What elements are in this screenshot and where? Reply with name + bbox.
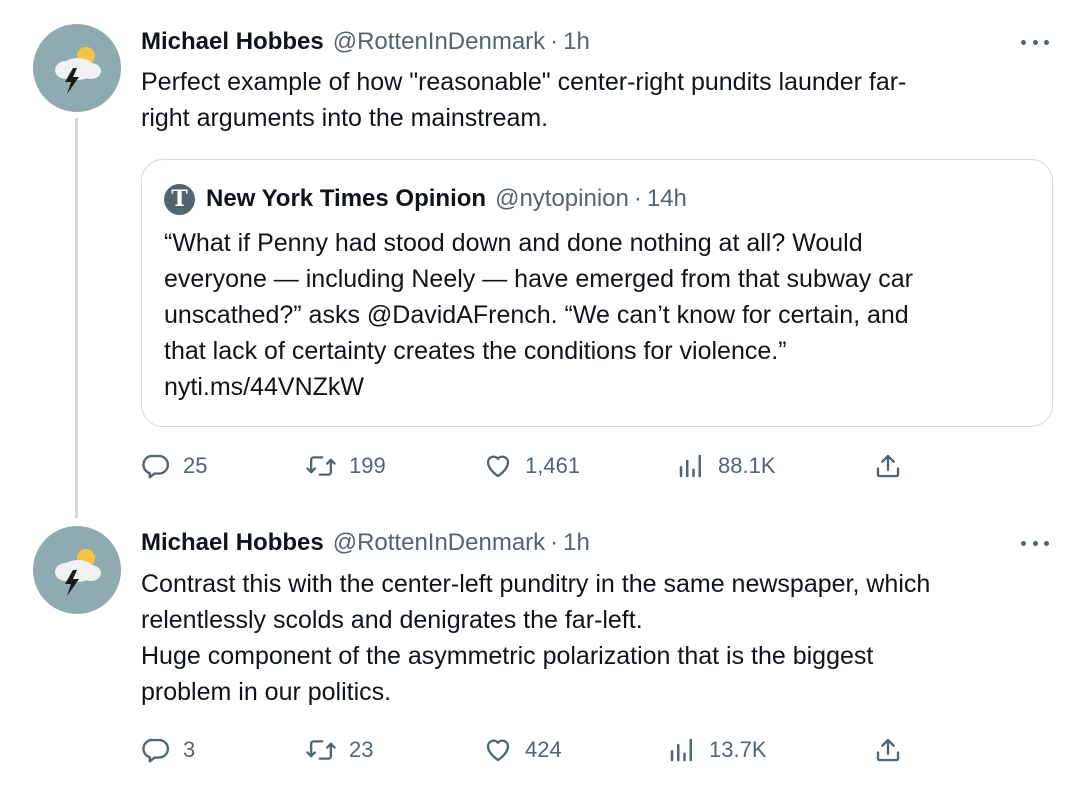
more-dot-icon (1032, 540, 1038, 546)
more-options-button[interactable] (1017, 533, 1053, 553)
tweet-text: Perfect example of how "reasonable" cent… (141, 64, 1041, 136)
author-name[interactable]: Michael Hobbes (141, 28, 324, 56)
quoted-tweet-card[interactable]: T New York Times Opinion @nytopinion · 1… (141, 159, 1053, 427)
retweet-button[interactable]: 23 (305, 732, 373, 768)
tweet-text-line: problem in our politics. (141, 678, 392, 706)
more-dot-icon (1021, 540, 1026, 546)
more-dot-icon (1021, 39, 1026, 45)
more-dot-icon (1044, 39, 1049, 45)
separator-dot: · (550, 529, 559, 556)
tweet-text: Contrast this with the center-left pundi… (141, 566, 1041, 710)
more-dot-icon (1032, 39, 1038, 45)
quoted-text-line: everyone — including Neely — have emerge… (164, 265, 913, 293)
quoted-link[interactable]: nyti.ms/44VNZkW (164, 369, 1034, 405)
tweet-text-line: right arguments into the mainstream. (141, 104, 549, 132)
quoted-tweet-text: “What if Penny had stood down and done n… (164, 225, 1034, 405)
like-button[interactable]: 424 (483, 732, 562, 768)
nyt-logo-icon: T (164, 183, 195, 215)
quoted-author-name: New York Times Opinion (206, 185, 487, 212)
author-name[interactable]: Michael Hobbes (141, 529, 324, 557)
heart-icon (486, 739, 510, 762)
avatar[interactable] (33, 24, 121, 112)
like-count: 424 (525, 737, 562, 762)
storm-cloud-avatar-icon (55, 47, 101, 94)
quoted-text-line: unscathed?” asks @DavidAFrench. “We can’… (164, 301, 909, 329)
retweet-button[interactable]: 199 (305, 448, 386, 484)
reply-button[interactable]: 25 (141, 448, 207, 484)
author-handle[interactable]: @RottenInDenmark (333, 529, 545, 557)
tweet-1[interactable]: Michael Hobbes @RottenInDenmark · 1h Per… (0, 0, 1084, 520)
avatar[interactable] (33, 526, 121, 614)
tweet-header: Michael Hobbes @RottenInDenmark · 1h (141, 25, 590, 59)
retweet-count: 199 (349, 453, 386, 478)
like-count: 1,461 (525, 453, 581, 478)
heart-icon (486, 455, 510, 478)
tweet-actions: 25 199 1,461 88.1K (0, 448, 1084, 484)
reply-button[interactable]: 3 (141, 732, 195, 768)
retweet-icon (306, 740, 336, 760)
timestamp[interactable]: 1h (563, 28, 590, 56)
author-handle[interactable]: @RottenInDenmark (333, 28, 545, 56)
tweet-text-line: Huge component of the asymmetric polariz… (141, 642, 874, 670)
tweet-2[interactable]: Michael Hobbes @RottenInDenmark · 1h Con… (0, 520, 1084, 794)
tweet-text-line: Contrast this with the center-left pundi… (141, 570, 931, 598)
reply-count: 25 (183, 453, 208, 478)
share-button[interactable] (873, 448, 903, 484)
views-button[interactable]: 13.7K (667, 732, 767, 768)
retweet-icon (306, 456, 336, 476)
separator-dot: · (633, 185, 642, 212)
tweet-text-line: Perfect example of how "reasonable" cent… (141, 68, 907, 96)
reply-count: 3 (183, 737, 196, 762)
storm-cloud-avatar-icon (55, 549, 101, 596)
views-count: 13.7K (709, 737, 767, 762)
quoted-timestamp: 14h (646, 185, 687, 212)
share-button[interactable] (873, 732, 903, 768)
tweet-text-line: relentlessly scolds and denigrates the f… (141, 606, 643, 634)
separator-dot: · (550, 28, 559, 55)
views-icon (679, 454, 701, 478)
share-icon (876, 738, 900, 762)
timestamp[interactable]: 1h (563, 529, 590, 557)
tweet-header: Michael Hobbes @RottenInDenmark · 1h (141, 526, 590, 560)
quoted-tweet-header: T New York Times Opinion @nytopinion · 1… (164, 182, 687, 216)
views-button[interactable]: 88.1K (676, 448, 776, 484)
like-button[interactable]: 1,461 (483, 448, 580, 484)
reply-icon (142, 738, 170, 763)
reply-icon (142, 454, 170, 479)
views-icon (670, 738, 692, 762)
quoted-text-line: that lack of certainty creates the condi… (164, 337, 787, 365)
more-options-button[interactable] (1017, 32, 1053, 52)
quoted-author-handle: @nytopinion (495, 185, 629, 212)
more-dot-icon (1044, 540, 1049, 546)
quoted-text-line: “What if Penny had stood down and done n… (164, 229, 863, 257)
retweet-count: 23 (349, 737, 374, 762)
share-icon (876, 454, 900, 478)
views-count: 88.1K (718, 453, 776, 478)
tweet-actions: 3 23 424 13.7K (0, 732, 1084, 768)
